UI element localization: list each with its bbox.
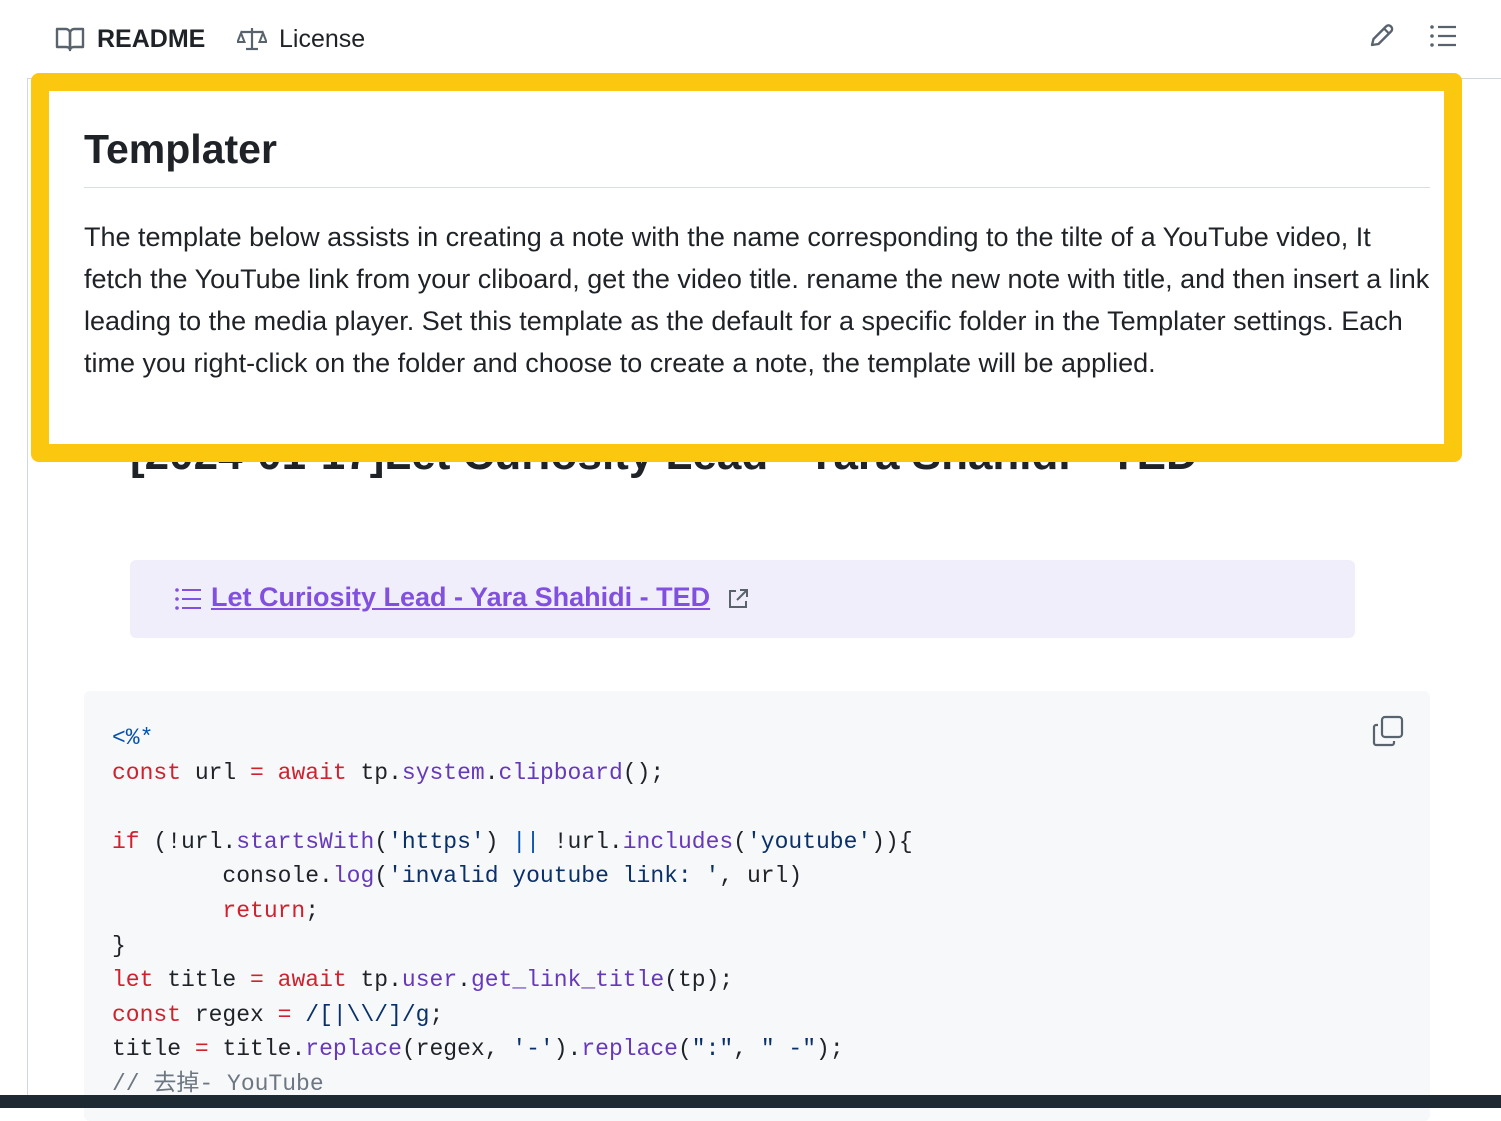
edit-file-button[interactable] bbox=[1363, 20, 1399, 56]
code-token: || bbox=[512, 828, 540, 855]
code-token: return bbox=[222, 897, 306, 924]
code-token: ( bbox=[677, 1036, 692, 1063]
copy-button[interactable] bbox=[1372, 715, 1404, 747]
code-token: <%* bbox=[112, 725, 154, 751]
code-token: . bbox=[457, 967, 471, 994]
pencil-icon bbox=[1367, 22, 1395, 55]
code-token: console. bbox=[112, 863, 333, 890]
code-line: } bbox=[112, 929, 913, 964]
code-token: ( bbox=[374, 863, 389, 890]
code-line: const regex = /[|\\/]/g; bbox=[112, 998, 913, 1033]
section-description: The template below assists in creating a… bbox=[84, 222, 1430, 378]
list-icon bbox=[1429, 23, 1457, 54]
code-token: title bbox=[153, 967, 251, 994]
code-token: , bbox=[733, 1036, 761, 1063]
tab-license[interactable]: License bbox=[237, 22, 365, 56]
code-token: = bbox=[250, 759, 264, 786]
book-icon bbox=[55, 26, 85, 52]
tab-license-label: License bbox=[279, 24, 366, 53]
code-token: title. bbox=[208, 1036, 306, 1063]
media-player-link[interactable]: Let Curiosity Lead - Yara Shahidi - TED bbox=[211, 582, 710, 613]
code-token: const bbox=[112, 1001, 182, 1028]
code-token: 'invalid youtube link: ' bbox=[388, 863, 720, 890]
code-token: user bbox=[401, 967, 458, 994]
code-token: replace bbox=[305, 1036, 402, 1063]
highlighted-description-box: Templater The template below assists in … bbox=[31, 73, 1462, 462]
code-token: . bbox=[484, 759, 499, 786]
code-line: console.log('invalid youtube link: ', ur… bbox=[112, 859, 913, 894]
code-token: title bbox=[112, 1036, 195, 1063]
code-token: ; bbox=[429, 1001, 444, 1028]
code-token: (); bbox=[622, 759, 665, 786]
code-line: if (!url.startsWith('https') || !url.inc… bbox=[112, 825, 913, 860]
code-token: ); bbox=[816, 1036, 844, 1063]
code-token: !url. bbox=[539, 828, 623, 855]
code-token: 'youtube' bbox=[746, 828, 872, 855]
code-line: let title = await tp.user.get_link_title… bbox=[112, 963, 913, 998]
list-icon bbox=[174, 587, 202, 616]
code-token: )){ bbox=[871, 828, 913, 855]
code-token: = bbox=[194, 1036, 209, 1063]
code-token: tp. bbox=[346, 967, 402, 994]
code-token: = bbox=[250, 967, 264, 994]
code-token: ; bbox=[305, 897, 320, 924]
code-line: <%* bbox=[112, 721, 913, 756]
code-token: clipboard bbox=[498, 759, 623, 786]
code-token: 'https' bbox=[388, 828, 485, 855]
readme-tab-bar: README License bbox=[27, 0, 1501, 79]
code-line: return; bbox=[112, 894, 913, 929]
code-token: await bbox=[277, 759, 347, 786]
code-token: let bbox=[112, 967, 154, 994]
code-token: '-' bbox=[512, 1036, 554, 1063]
section-heading: Templater bbox=[84, 126, 1430, 188]
code-line: const url = await tp.system.clipboard(); bbox=[112, 756, 913, 791]
code-token: , url) bbox=[719, 863, 803, 890]
code-token: log bbox=[332, 863, 375, 890]
code-block: <%* const url = await tp.system.clipboard… bbox=[84, 691, 1430, 1121]
tab-readme-label: README bbox=[97, 24, 206, 53]
code-token: system bbox=[401, 759, 485, 786]
code-token: ). bbox=[553, 1036, 582, 1063]
code-token: ) bbox=[484, 828, 513, 855]
os-taskbar bbox=[0, 1095, 1501, 1108]
code-token: = bbox=[277, 1001, 292, 1028]
code-content: <%* const url = await tp.system.clipboard… bbox=[112, 721, 913, 1102]
code-token: startsWith bbox=[236, 828, 375, 855]
code-token: includes bbox=[622, 828, 734, 855]
code-token: ( bbox=[733, 828, 747, 855]
code-token: } bbox=[112, 932, 126, 959]
code-token: const bbox=[112, 759, 182, 786]
code-token: ( bbox=[374, 828, 389, 855]
code-token: await bbox=[277, 967, 347, 994]
external-link-icon bbox=[727, 588, 749, 615]
code-token: // 去掉- YouTube bbox=[112, 1070, 324, 1097]
code-token: url bbox=[181, 759, 251, 786]
tab-readme[interactable]: README bbox=[55, 22, 205, 56]
outline-button[interactable] bbox=[1425, 20, 1461, 56]
code-token: regex bbox=[181, 1001, 278, 1028]
code-token: if bbox=[112, 828, 140, 855]
code-token: (tp); bbox=[664, 967, 734, 994]
media-link-callout: Let Curiosity Lead - Yara Shahidi - TED bbox=[130, 560, 1355, 638]
code-line: title = title.replace(regex, '-').replac… bbox=[112, 1032, 913, 1067]
code-token: ":" bbox=[691, 1036, 734, 1063]
copy-icon bbox=[1372, 715, 1404, 751]
code-token: " -" bbox=[760, 1036, 817, 1063]
code-token: get_link_title bbox=[470, 967, 665, 994]
code-token: tp. bbox=[346, 759, 402, 786]
code-token: (regex, bbox=[401, 1036, 513, 1063]
code-token: replace bbox=[581, 1036, 678, 1063]
code-token: (!url. bbox=[139, 828, 237, 855]
code-token: /[|\\/]/g bbox=[305, 1001, 430, 1028]
law-icon bbox=[237, 26, 267, 52]
